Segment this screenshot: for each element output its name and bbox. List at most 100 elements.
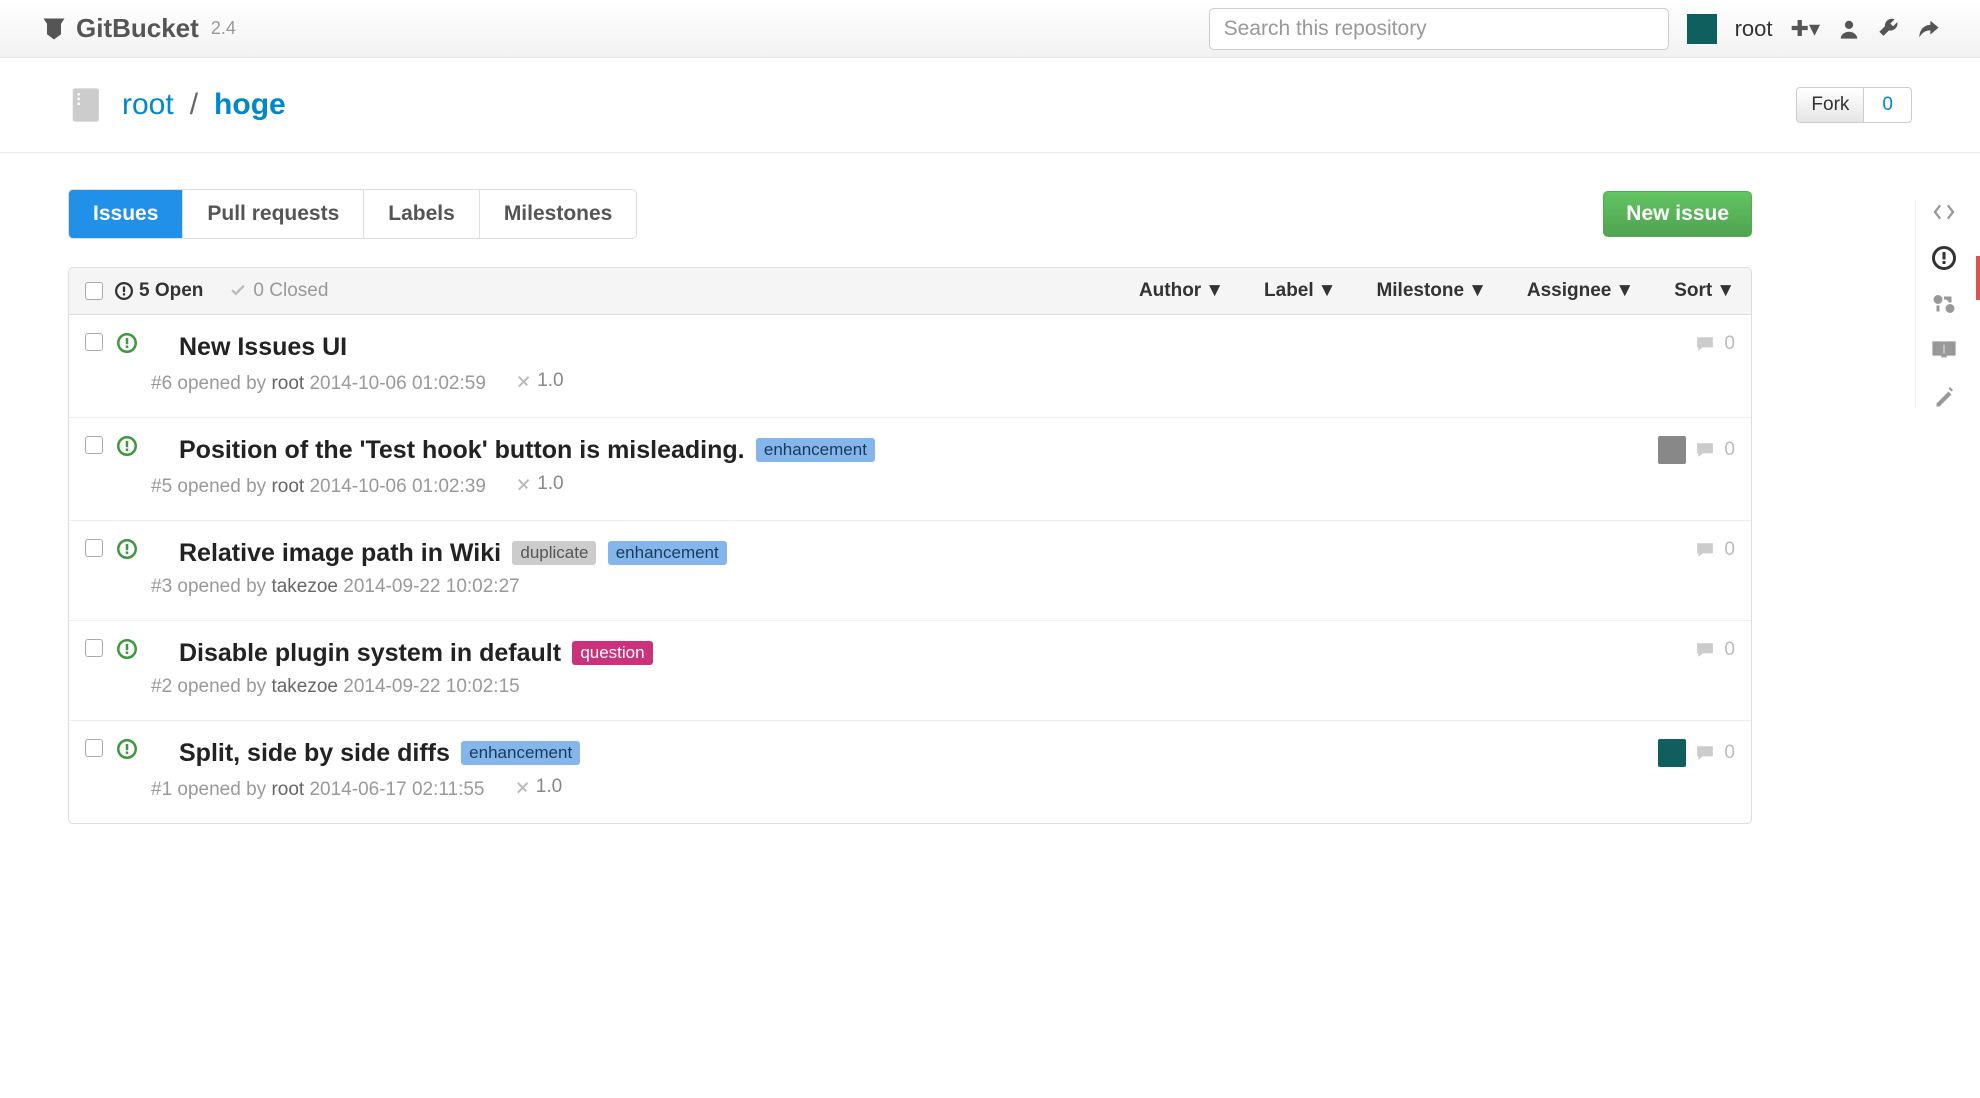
comment-icon xyxy=(1696,441,1714,459)
issue-checkbox[interactable] xyxy=(85,639,103,657)
closed-count[interactable]: 0 Closed xyxy=(229,280,328,302)
code-tab-icon[interactable] xyxy=(1932,200,1960,224)
issues-tab-icon[interactable] xyxy=(1932,246,1960,270)
assignee-avatar[interactable] xyxy=(1658,436,1686,464)
tab-issues[interactable]: Issues xyxy=(69,190,183,238)
issue-label[interactable]: enhancement xyxy=(461,741,580,765)
profile-icon[interactable] xyxy=(1838,18,1860,40)
issue-author[interactable]: takezoe xyxy=(271,576,338,597)
issue-title-link[interactable]: Split, side by side diffs xyxy=(179,739,450,767)
tab-milestones[interactable]: Milestones xyxy=(480,190,637,238)
active-indicator xyxy=(1976,256,1980,300)
fork-button[interactable]: Fork xyxy=(1796,87,1864,123)
issue-title-link[interactable]: Relative image path in Wiki xyxy=(179,539,501,567)
side-mini-nav xyxy=(1915,200,1960,408)
closed-count-text: 0 Closed xyxy=(253,280,328,302)
issue-row: Relative image path in Wiki duplicate en… xyxy=(69,521,1751,621)
comment-icon xyxy=(1696,335,1714,353)
repo-owner-link[interactable]: root xyxy=(122,88,174,122)
brand-link[interactable]: GitBucket 2.4 xyxy=(40,13,236,44)
issue-meta: #3 opened by takezoe 2014-09-22 10:02:27 xyxy=(151,576,1682,598)
issues-toolbar: 5 Open 0 Closed Author▼ Label▼ Milestone… xyxy=(69,268,1751,315)
assignee-avatar[interactable] xyxy=(1658,739,1686,767)
milestone-name: 1.0 xyxy=(536,776,562,798)
issue-checkbox[interactable] xyxy=(85,436,103,454)
user-avatar[interactable] xyxy=(1687,14,1717,44)
issue-checkbox[interactable] xyxy=(85,539,103,557)
issue-timestamp: 2014-09-22 10:02:15 xyxy=(343,676,519,697)
wiki-tab-icon[interactable] xyxy=(1932,338,1960,362)
issue-right: 0 xyxy=(1696,639,1735,661)
settings-tab-icon[interactable] xyxy=(1932,384,1960,408)
top-nav: GitBucket 2.4 root ✚▾ xyxy=(0,0,1980,58)
issue-author[interactable]: root xyxy=(271,373,304,394)
filter-label-label: Label xyxy=(1264,280,1314,301)
filter-label[interactable]: Label▼ xyxy=(1264,280,1336,302)
bucket-icon xyxy=(40,15,68,43)
issue-label[interactable]: question xyxy=(572,641,652,665)
share-icon[interactable] xyxy=(1918,18,1940,40)
filter-author[interactable]: Author▼ xyxy=(1139,280,1224,302)
issue-title-link[interactable]: Position of the 'Test hook' button is mi… xyxy=(179,436,745,464)
opened-by-text: opened by xyxy=(172,676,271,697)
main-content: Issues Pull requests Labels Milestones N… xyxy=(0,153,1820,864)
issue-number: #3 xyxy=(151,576,172,597)
issue-author[interactable]: root xyxy=(271,779,304,800)
issue-label[interactable]: duplicate xyxy=(512,541,596,565)
opened-by-text: opened by xyxy=(172,373,271,394)
issues-list: New Issues UI #6 opened by root 2014-10-… xyxy=(69,315,1751,823)
issue-author[interactable]: takezoe xyxy=(271,676,338,697)
brand-name: GitBucket xyxy=(76,13,199,44)
comment-icon xyxy=(1696,641,1714,659)
tabs-row: Issues Pull requests Labels Milestones N… xyxy=(68,189,1752,239)
filter-sort[interactable]: Sort▼ xyxy=(1674,280,1735,302)
opened-by-text: opened by xyxy=(172,576,271,597)
user-name[interactable]: root xyxy=(1735,16,1773,42)
pulls-tab-icon[interactable] xyxy=(1932,292,1960,316)
brand-version: 2.4 xyxy=(211,18,236,39)
issue-label[interactable]: enhancement xyxy=(608,541,727,565)
opened-by-text: opened by xyxy=(172,779,271,800)
fork-group: Fork 0 xyxy=(1796,87,1912,123)
repo-header: root / hoge Fork 0 xyxy=(0,58,1980,153)
comment-count: 0 xyxy=(1724,539,1735,561)
milestone-tag[interactable]: 1.0 xyxy=(515,370,563,392)
filter-assignee[interactable]: Assignee▼ xyxy=(1527,280,1634,302)
filter-milestone[interactable]: Milestone▼ xyxy=(1376,280,1486,302)
issue-title-link[interactable]: New Issues UI xyxy=(179,333,347,361)
open-count[interactable]: 5 Open xyxy=(115,280,203,302)
create-dropdown-icon[interactable]: ✚▾ xyxy=(1791,16,1820,42)
search-input[interactable] xyxy=(1209,8,1669,50)
wrench-icon[interactable] xyxy=(1878,18,1900,40)
issue-right: 0 xyxy=(1696,333,1735,355)
issue-meta: #6 opened by root 2014-10-06 01:02:59 1.… xyxy=(151,370,1682,395)
filter-assignee-label: Assignee xyxy=(1527,280,1611,301)
comment-count: 0 xyxy=(1724,742,1735,764)
issue-checkbox[interactable] xyxy=(85,333,103,351)
issue-number: #5 xyxy=(151,476,172,497)
new-issue-button[interactable]: New issue xyxy=(1603,191,1752,237)
issue-tabs: Issues Pull requests Labels Milestones xyxy=(68,189,637,239)
issue-label[interactable]: enhancement xyxy=(756,438,875,462)
issue-open-icon xyxy=(117,436,137,456)
select-all-checkbox[interactable] xyxy=(85,282,103,300)
issues-box: 5 Open 0 Closed Author▼ Label▼ Milestone… xyxy=(68,267,1752,824)
repo-icon xyxy=(68,86,106,124)
milestone-name: 1.0 xyxy=(537,473,563,495)
issue-meta: #1 opened by root 2014-06-17 02:11:55 1.… xyxy=(151,776,1644,801)
fork-count[interactable]: 0 xyxy=(1864,87,1912,123)
filter-author-label: Author xyxy=(1139,280,1201,301)
comment-count: 0 xyxy=(1724,439,1735,461)
issue-title-link[interactable]: Disable plugin system in default xyxy=(179,639,561,667)
issue-row: Disable plugin system in default questio… xyxy=(69,621,1751,721)
tab-pulls[interactable]: Pull requests xyxy=(183,190,364,238)
milestone-tag[interactable]: 1.0 xyxy=(514,776,562,798)
comment-icon xyxy=(1696,744,1714,762)
issue-meta: #5 opened by root 2014-10-06 01:02:39 1.… xyxy=(151,473,1644,498)
tab-labels[interactable]: Labels xyxy=(364,190,480,238)
issue-timestamp: 2014-10-06 01:02:39 xyxy=(309,476,485,497)
repo-name-link[interactable]: hoge xyxy=(214,88,286,122)
issue-checkbox[interactable] xyxy=(85,739,103,757)
issue-author[interactable]: root xyxy=(271,476,304,497)
milestone-tag[interactable]: 1.0 xyxy=(515,473,563,495)
